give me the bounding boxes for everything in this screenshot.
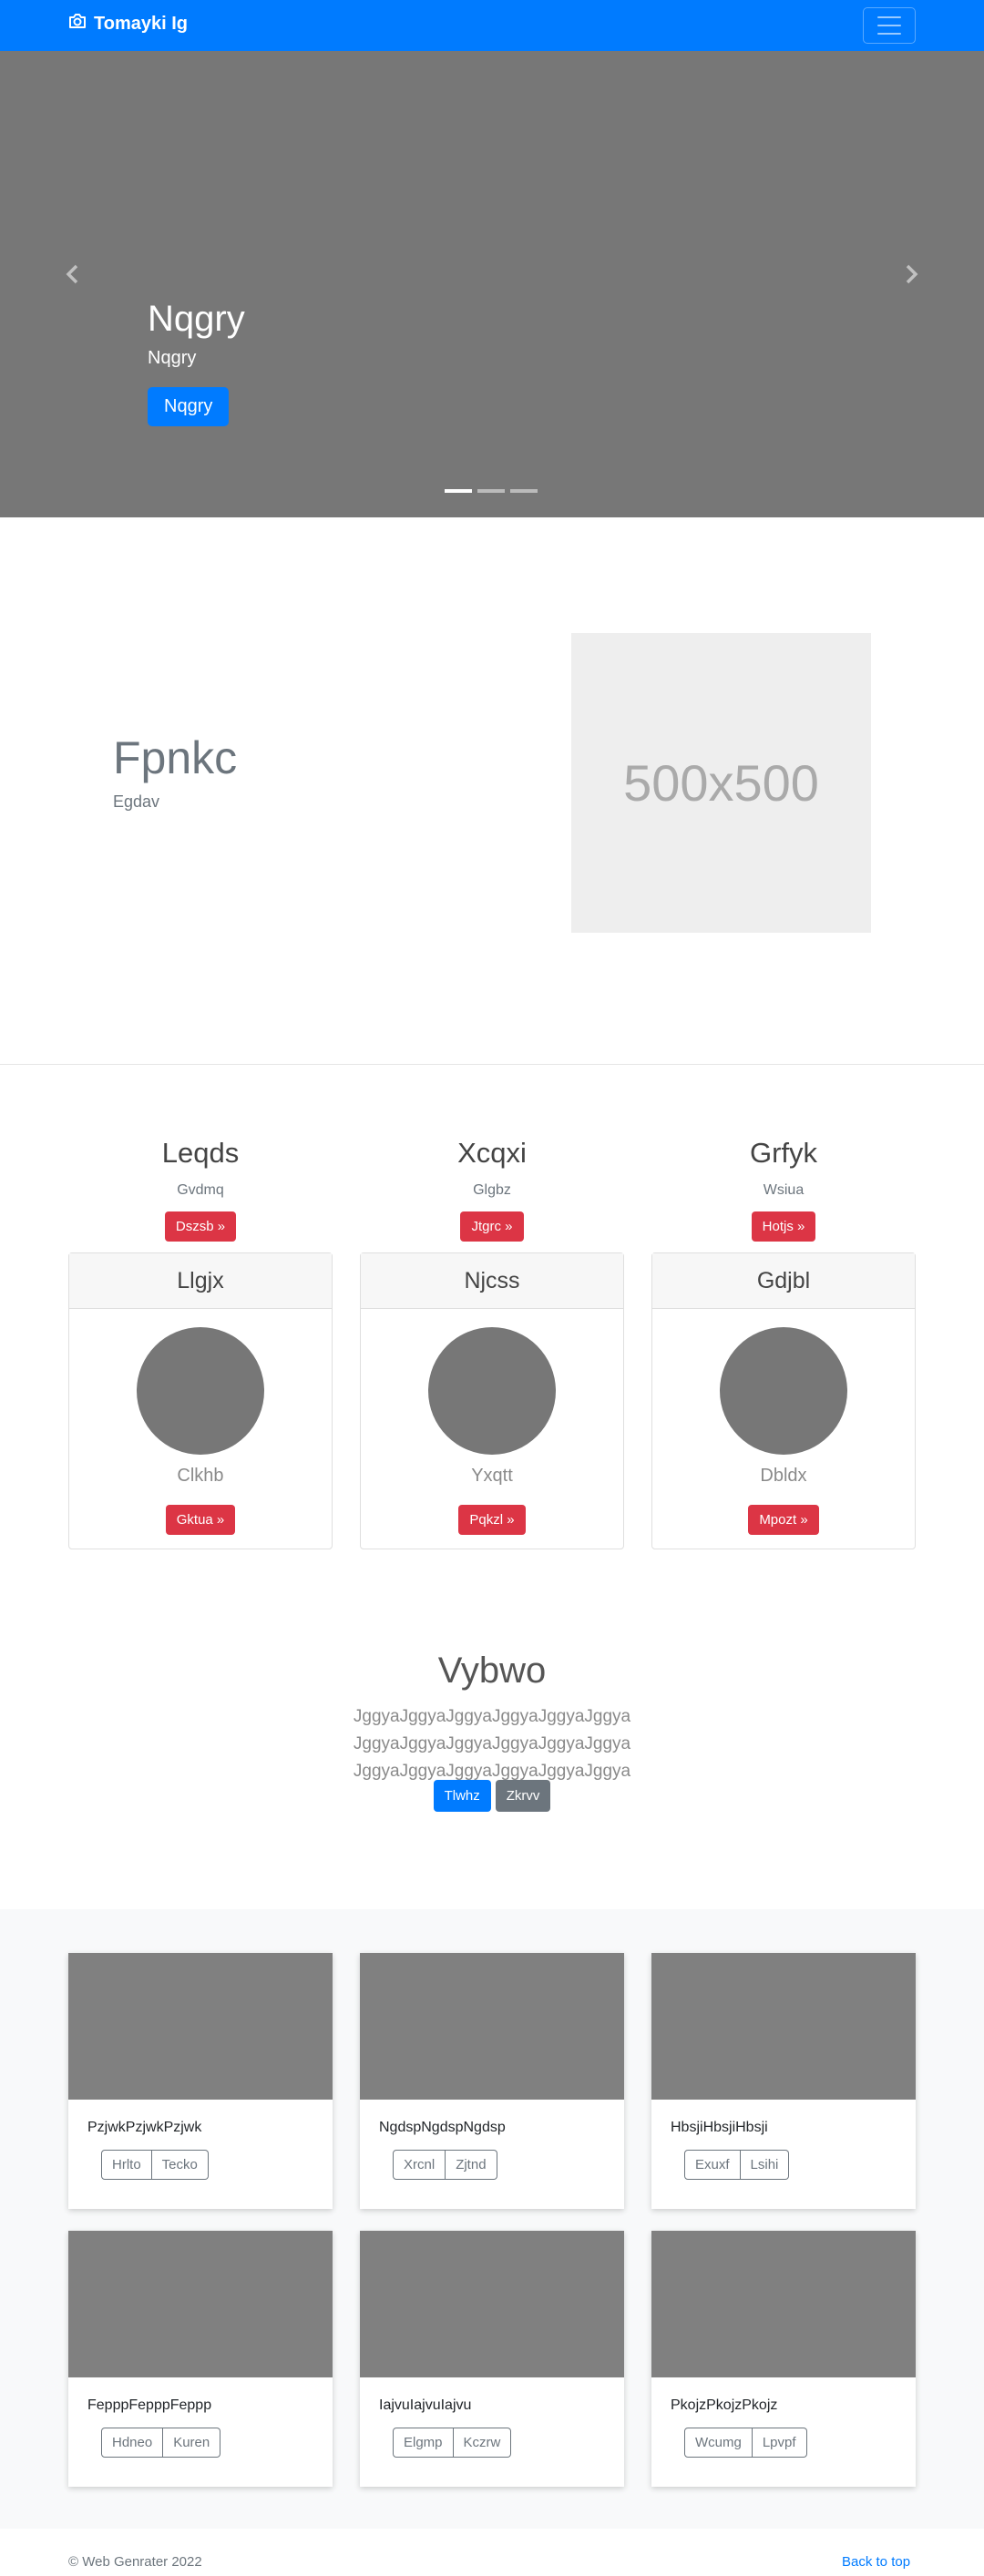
chevron-left-icon xyxy=(66,264,78,284)
album-thumbnail xyxy=(68,2231,333,2377)
section-divider xyxy=(0,1064,984,1065)
column-button[interactable]: Jtgrc » xyxy=(460,1211,524,1242)
column-heading: Leqds Gvdmq Dszsb » xyxy=(68,1137,333,1242)
album-button[interactable]: Tecko xyxy=(151,2150,209,2180)
carousel-indicator[interactable] xyxy=(510,489,538,493)
album-card-text: HbsjiHbsjiHbsji xyxy=(671,2120,768,2135)
album-button[interactable]: Kczrw xyxy=(453,2428,512,2458)
card-name: Clkhb xyxy=(177,1466,224,1486)
column-heading: Xcqxi Glgbz Jtgrc » xyxy=(360,1137,624,1242)
column-title: Leqds xyxy=(161,1137,240,1169)
card-header: Llgjx xyxy=(69,1253,332,1309)
card-button[interactable]: Pqkzl » xyxy=(458,1505,526,1535)
album-thumbnail xyxy=(68,1953,333,2100)
back-to-top-link[interactable]: Back to top xyxy=(842,2554,910,2570)
album-card-text: FepppFepppFeppp xyxy=(87,2397,212,2413)
column-button[interactable]: Dszsb » xyxy=(164,1211,237,1242)
jumbotron-buttons: Tlwhz Zkrvv xyxy=(0,1780,984,1812)
album-thumbnail xyxy=(651,1953,916,2100)
brand-label: Tomayki Ig xyxy=(94,13,188,34)
column-title: Xcqxi xyxy=(457,1137,527,1169)
navbar-toggler-button[interactable] xyxy=(863,7,916,44)
album-card: PkojzPkojzPkojz Wcumg Lpvpf xyxy=(651,2231,916,2487)
jumbotron-primary-button[interactable]: Tlwhz xyxy=(433,1780,491,1812)
feature-title: Fpnkc xyxy=(113,732,238,783)
album-button-group: Xrcnl Zjtnd xyxy=(393,2150,624,2180)
album-button[interactable]: Exuxf xyxy=(684,2150,741,2180)
carousel-subtitle: Nqgry xyxy=(148,348,197,368)
album-button[interactable]: Hdneo xyxy=(101,2428,164,2458)
avatar xyxy=(137,1327,264,1455)
navbar-brand[interactable]: Tomayki Ig xyxy=(68,13,188,35)
column-button[interactable]: Hotjs » xyxy=(751,1211,816,1242)
carousel-indicator[interactable] xyxy=(445,489,472,493)
album-button-group: Wcumg Lpvpf xyxy=(684,2428,916,2458)
jumbotron-title: Vybwo xyxy=(437,1651,547,1691)
feature-image-placeholder: 500x500 xyxy=(571,633,871,933)
feature-subtitle: Egdav xyxy=(113,792,160,811)
hamburger-icon-bar xyxy=(877,33,901,35)
profile-card: Gdjbl Dbldx Mpozt » xyxy=(651,1252,916,1549)
column-text: Wsiua xyxy=(763,1182,805,1198)
hero-carousel: Nqgry Nqgry Nqgry xyxy=(0,51,984,517)
album-card-text: PkojzPkojzPkojz xyxy=(671,2397,778,2413)
camera-icon xyxy=(68,13,94,35)
column-text: Glgbz xyxy=(473,1182,511,1198)
album-card: PzjwkPzjwkPzjwk Hrlto Tecko xyxy=(68,1953,333,2209)
album-button[interactable]: Elgmp xyxy=(393,2428,454,2458)
card-header: Gdjbl xyxy=(652,1253,915,1309)
navbar: Tomayki Ig xyxy=(0,0,984,51)
column-heading: Grfyk Wsiua Hotjs » xyxy=(651,1137,916,1242)
jumbotron-secondary-button[interactable]: Zkrvv xyxy=(495,1780,551,1812)
album-thumbnail xyxy=(360,2231,624,2377)
album-button[interactable]: Kuren xyxy=(163,2428,221,2458)
carousel-indicators xyxy=(445,489,538,493)
profile-card: Llgjx Clkhb Gktua » xyxy=(68,1252,333,1549)
album-thumbnail xyxy=(651,2231,916,2377)
footer-copyright: © Web Genrater 2022 xyxy=(68,2554,202,2570)
carousel-cta-button[interactable]: Nqgry xyxy=(148,387,230,426)
card-name: Dbldx xyxy=(760,1466,807,1486)
album-button-group: Exuxf Lsihi xyxy=(684,2150,916,2180)
column-text: Gvdmq xyxy=(177,1182,224,1198)
album-button-group: Elgmp Kczrw xyxy=(393,2428,624,2458)
album-button[interactable]: Lsihi xyxy=(740,2150,790,2180)
album-card-text: NgdspNgdspNgdsp xyxy=(379,2120,506,2135)
hamburger-icon-bar xyxy=(877,25,901,26)
album-section: PzjwkPzjwkPzjwk Hrlto Tecko NgdspNgdspNg… xyxy=(0,1909,984,2529)
profile-card: Njcss Yxqtt Pqkzl » xyxy=(360,1252,624,1549)
carousel-indicator[interactable] xyxy=(477,489,505,493)
album-button[interactable]: Lpvpf xyxy=(752,2428,807,2458)
column-title: Grfyk xyxy=(749,1137,818,1169)
carousel-title: Nqgry xyxy=(148,299,245,339)
album-button-group: Hdneo Kuren xyxy=(101,2428,333,2458)
card-header: Njcss xyxy=(361,1253,623,1309)
album-card-text: PzjwkPzjwkPzjwk xyxy=(87,2120,202,2135)
jumbotron-text: JggyaJggyaJggyaJggyaJggyaJggya JggyaJggy… xyxy=(353,1707,631,1781)
hamburger-icon-bar xyxy=(877,16,901,18)
card-button[interactable]: Gktua » xyxy=(165,1505,236,1535)
avatar xyxy=(720,1327,847,1455)
album-card: HbsjiHbsjiHbsji Exuxf Lsihi xyxy=(651,1953,916,2209)
carousel-next-button[interactable] xyxy=(897,261,925,288)
chevron-right-icon xyxy=(906,264,918,284)
album-card: NgdspNgdspNgdsp Xrcnl Zjtnd xyxy=(360,1953,624,2209)
album-card-text: IajvuIajvuIajvu xyxy=(379,2397,472,2413)
album-card: FepppFepppFeppp Hdneo Kuren xyxy=(68,2231,333,2487)
carousel-caption: Nqgry Nqgry Nqgry xyxy=(148,297,245,426)
card-name: Yxqtt xyxy=(471,1466,513,1486)
card-button[interactable]: Mpozt » xyxy=(748,1505,819,1535)
carousel-prev-button[interactable] xyxy=(59,261,87,288)
album-button[interactable]: Zjtnd xyxy=(446,2150,497,2180)
album-button[interactable]: Xrcnl xyxy=(393,2150,446,2180)
album-card: IajvuIajvuIajvu Elgmp Kczrw xyxy=(360,2231,624,2487)
album-button-group: Hrlto Tecko xyxy=(101,2150,333,2180)
album-thumbnail xyxy=(360,1953,624,2100)
album-button[interactable]: Hrlto xyxy=(101,2150,152,2180)
album-button[interactable]: Wcumg xyxy=(684,2428,753,2458)
avatar xyxy=(428,1327,556,1455)
